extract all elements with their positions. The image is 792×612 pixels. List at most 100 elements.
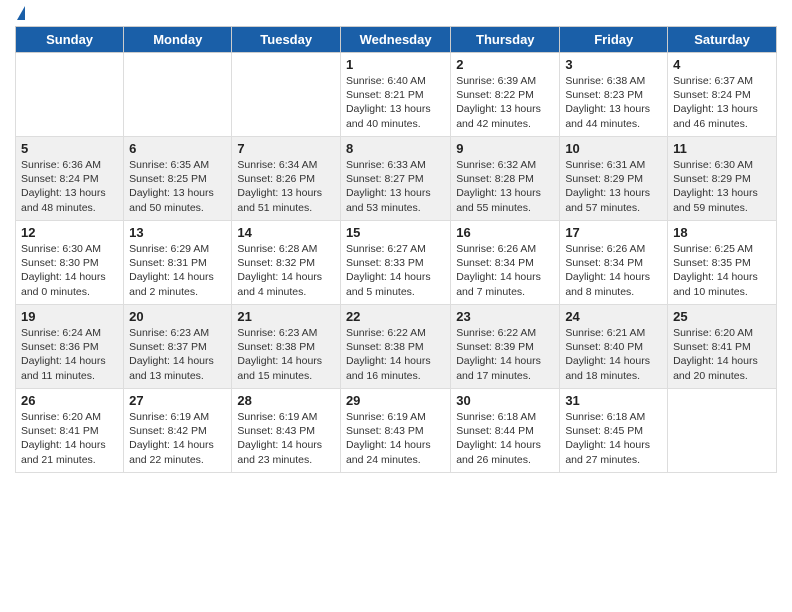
day-info: Sunrise: 6:24 AM Sunset: 8:36 PM Dayligh… <box>21 326 118 383</box>
calendar-day-2: 2Sunrise: 6:39 AM Sunset: 8:22 PM Daylig… <box>451 53 560 137</box>
day-number: 22 <box>346 309 445 324</box>
calendar-empty-cell <box>124 53 232 137</box>
day-header-monday: Monday <box>124 27 232 53</box>
day-header-wednesday: Wednesday <box>340 27 450 53</box>
calendar-empty-cell <box>232 53 341 137</box>
day-header-tuesday: Tuesday <box>232 27 341 53</box>
day-info: Sunrise: 6:39 AM Sunset: 8:22 PM Dayligh… <box>456 74 554 131</box>
calendar-day-10: 10 Sunrise: 6:31 AM Sunset: 8:29 PM Dayli… <box>560 137 668 221</box>
day-number: 3 <box>565 57 662 72</box>
calendar-day-21: 21 Sunrise: 6:23 AM Sunset: 8:38 PM Dayli… <box>232 305 341 389</box>
calendar-day-23: 23 Sunrise: 6:22 AM Sunset: 8:39 PM Dayli… <box>451 305 560 389</box>
day-number: 19 <box>21 309 118 324</box>
day-number: 25 <box>673 309 771 324</box>
calendar-day-31: 31Sunrise: 6:18 AM Sunset: 8:45 PM Dayli… <box>560 389 668 473</box>
calendar-empty-cell <box>668 389 777 473</box>
calendar-day-12: 12 Sunrise: 6:30 AM Sunset: 8:30 PM Dayli… <box>16 221 124 305</box>
day-number: 18 <box>673 225 771 240</box>
day-info: Sunrise: 6:18 AM Sunset: 8:44 PM Dayligh… <box>456 410 554 467</box>
day-info: Sunrise: 6:29 AM Sunset: 8:31 PM Dayligh… <box>129 242 226 299</box>
day-info: Sunrise: 6:22 AM Sunset: 8:38 PM Dayligh… <box>346 326 445 383</box>
day-info: Sunrise: 6:21 AM Sunset: 8:40 PM Dayligh… <box>565 326 662 383</box>
calendar-day-22: 22 Sunrise: 6:22 AM Sunset: 8:38 PM Dayli… <box>340 305 450 389</box>
calendar-day-26: 26Sunrise: 6:20 AM Sunset: 8:41 PM Dayli… <box>16 389 124 473</box>
day-number: 24 <box>565 309 662 324</box>
day-number: 17 <box>565 225 662 240</box>
day-info: Sunrise: 6:33 AM Sunset: 8:27 PM Dayligh… <box>346 158 445 215</box>
day-header-friday: Friday <box>560 27 668 53</box>
day-info: Sunrise: 6:32 AM Sunset: 8:28 PM Dayligh… <box>456 158 554 215</box>
day-number: 4 <box>673 57 771 72</box>
day-header-saturday: Saturday <box>668 27 777 53</box>
day-number: 12 <box>21 225 118 240</box>
calendar-day-18: 18 Sunrise: 6:25 AM Sunset: 8:35 PM Dayli… <box>668 221 777 305</box>
day-info: Sunrise: 6:35 AM Sunset: 8:25 PM Dayligh… <box>129 158 226 215</box>
day-info: Sunrise: 6:30 AM Sunset: 8:29 PM Dayligh… <box>673 158 771 215</box>
calendar-day-11: 11 Sunrise: 6:30 AM Sunset: 8:29 PM Dayli… <box>668 137 777 221</box>
day-info: Sunrise: 6:22 AM Sunset: 8:39 PM Dayligh… <box>456 326 554 383</box>
day-number: 14 <box>237 225 335 240</box>
day-info: Sunrise: 6:38 AM Sunset: 8:23 PM Dayligh… <box>565 74 662 131</box>
calendar-week-row: 1Sunrise: 6:40 AM Sunset: 8:21 PM Daylig… <box>16 53 777 137</box>
day-number: 8 <box>346 141 445 156</box>
day-header-thursday: Thursday <box>451 27 560 53</box>
day-info: Sunrise: 6:31 AM Sunset: 8:29 PM Dayligh… <box>565 158 662 215</box>
day-number: 27 <box>129 393 226 408</box>
day-info: Sunrise: 6:19 AM Sunset: 8:42 PM Dayligh… <box>129 410 226 467</box>
calendar-day-29: 29 Sunrise: 6:19 AM Sunset: 8:43 PM Dayli… <box>340 389 450 473</box>
calendar-week-row: 5Sunrise: 6:36 AM Sunset: 8:24 PM Daylig… <box>16 137 777 221</box>
day-info: Sunrise: 6:19 AM Sunset: 8:43 PM Dayligh… <box>346 410 445 467</box>
day-info: Sunrise: 6:26 AM Sunset: 8:34 PM Dayligh… <box>565 242 662 299</box>
calendar-day-27: 27 Sunrise: 6:19 AM Sunset: 8:42 PM Dayli… <box>124 389 232 473</box>
calendar-empty-cell <box>16 53 124 137</box>
day-info: Sunrise: 6:26 AM Sunset: 8:34 PM Dayligh… <box>456 242 554 299</box>
logo-triangle-icon <box>17 6 25 20</box>
day-number: 23 <box>456 309 554 324</box>
day-number: 9 <box>456 141 554 156</box>
day-info: Sunrise: 6:40 AM Sunset: 8:21 PM Dayligh… <box>346 74 445 131</box>
day-number: 16 <box>456 225 554 240</box>
day-number: 11 <box>673 141 771 156</box>
day-info: Sunrise: 6:28 AM Sunset: 8:32 PM Dayligh… <box>237 242 335 299</box>
calendar-day-6: 6Sunrise: 6:35 AM Sunset: 8:25 PM Daylig… <box>124 137 232 221</box>
logo-text <box>15 10 25 18</box>
calendar-day-7: 7 Sunrise: 6:34 AM Sunset: 8:26 PM Daylig… <box>232 137 341 221</box>
calendar-day-13: 13 Sunrise: 6:29 AM Sunset: 8:31 PM Dayli… <box>124 221 232 305</box>
day-number: 26 <box>21 393 118 408</box>
calendar-day-20: 20Sunrise: 6:23 AM Sunset: 8:37 PM Dayli… <box>124 305 232 389</box>
header <box>15 10 777 18</box>
calendar-day-5: 5Sunrise: 6:36 AM Sunset: 8:24 PM Daylig… <box>16 137 124 221</box>
calendar-week-row: 19 Sunrise: 6:24 AM Sunset: 8:36 PM Dayli… <box>16 305 777 389</box>
calendar-week-row: 26Sunrise: 6:20 AM Sunset: 8:41 PM Dayli… <box>16 389 777 473</box>
day-number: 21 <box>237 309 335 324</box>
page: SundayMondayTuesdayWednesdayThursdayFrid… <box>0 0 792 483</box>
calendar-day-24: 24 Sunrise: 6:21 AM Sunset: 8:40 PM Dayli… <box>560 305 668 389</box>
day-number: 28 <box>237 393 335 408</box>
day-number: 7 <box>237 141 335 156</box>
day-number: 5 <box>21 141 118 156</box>
day-info: Sunrise: 6:20 AM Sunset: 8:41 PM Dayligh… <box>673 326 771 383</box>
day-info: Sunrise: 6:23 AM Sunset: 8:37 PM Dayligh… <box>129 326 226 383</box>
day-info: Sunrise: 6:30 AM Sunset: 8:30 PM Dayligh… <box>21 242 118 299</box>
calendar-day-14: 14 Sunrise: 6:28 AM Sunset: 8:32 PM Dayli… <box>232 221 341 305</box>
calendar-day-15: 15Sunrise: 6:27 AM Sunset: 8:33 PM Dayli… <box>340 221 450 305</box>
logo <box>15 10 25 18</box>
calendar-day-3: 3 Sunrise: 6:38 AM Sunset: 8:23 PM Daylig… <box>560 53 668 137</box>
calendar-day-16: 16 Sunrise: 6:26 AM Sunset: 8:34 PM Dayli… <box>451 221 560 305</box>
day-number: 31 <box>565 393 662 408</box>
day-number: 10 <box>565 141 662 156</box>
calendar-day-9: 9 Sunrise: 6:32 AM Sunset: 8:28 PM Daylig… <box>451 137 560 221</box>
day-number: 29 <box>346 393 445 408</box>
calendar-day-4: 4Sunrise: 6:37 AM Sunset: 8:24 PM Daylig… <box>668 53 777 137</box>
calendar: SundayMondayTuesdayWednesdayThursdayFrid… <box>15 26 777 473</box>
calendar-header-row: SundayMondayTuesdayWednesdayThursdayFrid… <box>16 27 777 53</box>
day-info: Sunrise: 6:23 AM Sunset: 8:38 PM Dayligh… <box>237 326 335 383</box>
day-number: 13 <box>129 225 226 240</box>
calendar-day-8: 8 Sunrise: 6:33 AM Sunset: 8:27 PM Daylig… <box>340 137 450 221</box>
calendar-day-25: 25 Sunrise: 6:20 AM Sunset: 8:41 PM Dayli… <box>668 305 777 389</box>
day-info: Sunrise: 6:34 AM Sunset: 8:26 PM Dayligh… <box>237 158 335 215</box>
calendar-day-28: 28 Sunrise: 6:19 AM Sunset: 8:43 PM Dayli… <box>232 389 341 473</box>
day-info: Sunrise: 6:19 AM Sunset: 8:43 PM Dayligh… <box>237 410 335 467</box>
day-info: Sunrise: 6:25 AM Sunset: 8:35 PM Dayligh… <box>673 242 771 299</box>
calendar-day-19: 19 Sunrise: 6:24 AM Sunset: 8:36 PM Dayli… <box>16 305 124 389</box>
